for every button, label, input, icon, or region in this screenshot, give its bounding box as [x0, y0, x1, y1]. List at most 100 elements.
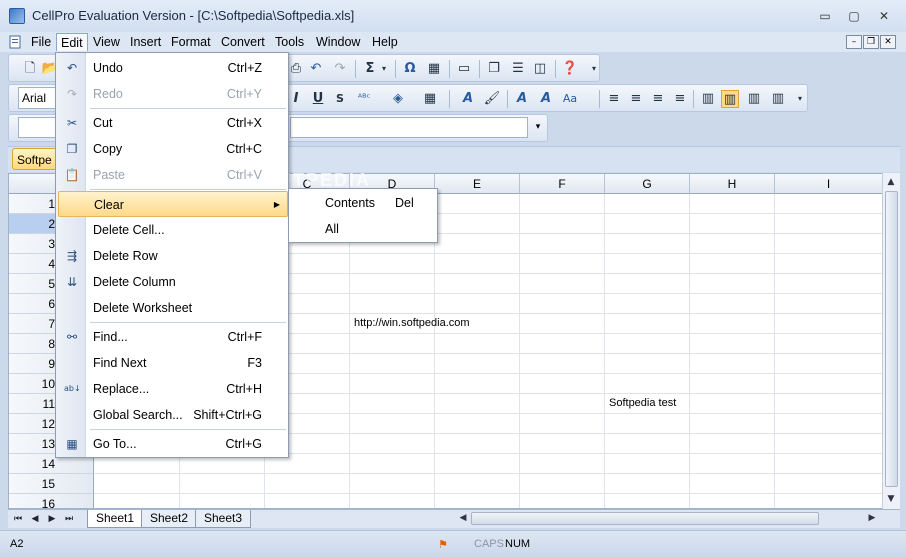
horizontal-scroll-thumb[interactable]	[471, 512, 819, 525]
align-center-icon[interactable]: ≡	[627, 90, 645, 108]
symbol-icon[interactable]: Ω	[401, 60, 419, 78]
column-header-h[interactable]: H	[690, 174, 775, 194]
table-icon[interactable]: ▦	[425, 60, 443, 78]
sheet-tab-sheet2[interactable]: Sheet2	[141, 510, 198, 528]
cell-d7[interactable]: http://win.softpedia.com	[354, 313, 470, 333]
formula-input[interactable]	[290, 117, 528, 138]
menu-item-delete-row[interactable]: ⇶ Delete Row	[58, 243, 288, 269]
menu-item-go-to[interactable]: ▦ Go To... Ctrl+G	[58, 431, 288, 457]
scroll-right-icon[interactable]: ▶	[864, 510, 880, 526]
column-header-f[interactable]: F	[520, 174, 605, 194]
menu-item-find-next[interactable]: Find Next F3	[58, 350, 288, 376]
last-sheet-icon[interactable]: ⏭	[61, 511, 77, 527]
menu-edit[interactable]: Edit	[56, 33, 88, 51]
column-header-i[interactable]: I	[775, 174, 883, 194]
sheet-tab-sheet3[interactable]: Sheet3	[195, 510, 252, 528]
cell-name-box[interactable]	[18, 117, 58, 138]
font-shrink-icon[interactable]: A	[537, 90, 555, 108]
redo-toolbar-icon[interactable]: ↷	[331, 60, 349, 78]
menu-file[interactable]: File	[27, 33, 55, 51]
menu-insert[interactable]: Insert	[126, 33, 165, 51]
mdi-close-button[interactable]: ✕	[880, 35, 896, 49]
first-sheet-icon[interactable]: ⏮	[10, 511, 26, 527]
menu-item-delete-worksheet[interactable]: Delete Worksheet	[58, 295, 288, 321]
menu-help[interactable]: Help	[368, 33, 402, 51]
menu-item-shortcut: Shift+Ctrl+G	[193, 408, 262, 422]
barcode-icon[interactable]: ▥	[699, 90, 717, 108]
sheet-tab-sheet1[interactable]: Sheet1	[87, 510, 144, 528]
font-case-icon[interactable]: Aa	[561, 90, 579, 108]
screen-icon[interactable]: ▭	[455, 60, 473, 78]
format-painter-icon[interactable]: 🖌	[483, 90, 501, 108]
tile-vertical-icon[interactable]: ◫	[531, 60, 549, 78]
document-tab[interactable]: Softpe	[12, 148, 57, 170]
sum-dropdown-icon[interactable]: ▾	[375, 60, 393, 78]
menu-item-undo[interactable]: ↶ Undo Ctrl+Z	[58, 55, 288, 81]
font-name-combo[interactable]: Arial	[18, 87, 58, 109]
barcode-active-icon[interactable]: ▥	[721, 90, 739, 108]
menu-item-replace[interactable]: ab↓ Replace... Ctrl+H	[58, 376, 288, 402]
barcode-alt2-icon[interactable]: ▥	[769, 90, 787, 108]
scroll-down-icon[interactable]: ▼	[883, 491, 899, 507]
menu-item-label: Find Next	[93, 356, 147, 370]
prev-sheet-icon[interactable]: ◀	[27, 511, 43, 527]
document-icon[interactable]	[8, 35, 26, 53]
submenu-item-contents[interactable]: Contents Del	[291, 190, 435, 216]
formula-dropdown-icon[interactable]: ▾	[530, 117, 546, 138]
toolbar-options-icon[interactable]: ▾	[791, 90, 809, 108]
menu-item-clear[interactable]: Clear ▶	[58, 191, 288, 217]
spell-check-icon[interactable]: ᴬᴮᶜ	[355, 90, 373, 108]
scroll-up-icon[interactable]: ▲	[883, 174, 899, 190]
italic-icon[interactable]: I	[287, 90, 305, 108]
underline-icon[interactable]: U	[309, 90, 327, 108]
borders-icon[interactable]: ▦	[421, 90, 439, 108]
horizontal-scrollbar[interactable]: ◀ ▶	[455, 510, 881, 527]
font-style-icon[interactable]: A	[459, 90, 477, 108]
mdi-restore-button[interactable]: ❐	[863, 35, 879, 49]
barcode-alt-icon[interactable]: ▥	[745, 90, 763, 108]
strikethrough-icon[interactable]: S	[331, 90, 349, 108]
menu-item-delete-column[interactable]: ⇊ Delete Column	[58, 269, 288, 295]
menu-window[interactable]: Window	[312, 33, 364, 51]
binoculars-icon: ⚯	[66, 330, 78, 344]
align-right-icon[interactable]: ≡	[649, 90, 667, 108]
align-left-icon[interactable]: ≡	[605, 90, 623, 108]
mdi-minimize-button[interactable]: –	[846, 35, 862, 49]
menu-convert[interactable]: Convert	[217, 33, 269, 51]
minimize-button[interactable]: ▭	[812, 7, 838, 25]
font-grow-icon[interactable]: A	[513, 90, 531, 108]
vertical-scrollbar[interactable]: ▲ ▼	[882, 173, 900, 509]
menu-item-copy[interactable]: ❐ Copy Ctrl+C	[58, 136, 288, 162]
undo-toolbar-icon[interactable]: ↶	[307, 60, 325, 78]
vertical-scroll-thumb[interactable]	[885, 191, 898, 487]
maximize-button[interactable]: ▢	[841, 7, 867, 25]
menu-item-paste[interactable]: 📋 Paste Ctrl+V	[58, 162, 288, 188]
new-icon[interactable]: 🗋	[21, 60, 39, 78]
cell-g11[interactable]: Softpedia test	[609, 393, 676, 413]
menu-item-global-search[interactable]: Global Search... Shift+Ctrl+G	[58, 402, 288, 428]
menu-view[interactable]: View	[89, 33, 124, 51]
fill-color-icon[interactable]: ◈	[389, 90, 407, 108]
menu-tools[interactable]: Tools	[271, 33, 308, 51]
column-header-g[interactable]: G	[605, 174, 690, 194]
next-sheet-icon[interactable]: ▶	[44, 511, 60, 527]
menu-item-delete-cell[interactable]: Delete Cell...	[58, 217, 288, 243]
row-header[interactable]: 15	[9, 474, 94, 494]
menu-format[interactable]: Format	[167, 33, 215, 51]
menu-item-find[interactable]: ⚯ Find... Ctrl+F	[58, 324, 288, 350]
print-icon[interactable]: ⎙	[287, 60, 305, 78]
scroll-left-icon[interactable]: ◀	[455, 510, 471, 526]
row-header[interactable]: 16	[9, 494, 94, 508]
menu-item-label: Delete Row	[93, 249, 158, 263]
menu-item-redo[interactable]: ↷ Redo Ctrl+Y	[58, 81, 288, 107]
column-header-e[interactable]: E	[435, 174, 520, 194]
close-button[interactable]: ✕	[871, 7, 897, 25]
cascade-icon[interactable]: ❐	[485, 60, 503, 78]
help-icon[interactable]: ❓	[561, 60, 579, 78]
toolbar-options-icon[interactable]: ▾	[585, 60, 603, 78]
submenu-item-all[interactable]: All	[291, 216, 435, 242]
justify-icon[interactable]: ≡	[671, 90, 689, 108]
tile-horizontal-icon[interactable]: ☰	[509, 60, 527, 78]
menu-item-cut[interactable]: ✂ Cut Ctrl+X	[58, 110, 288, 136]
app-icon	[9, 8, 25, 24]
